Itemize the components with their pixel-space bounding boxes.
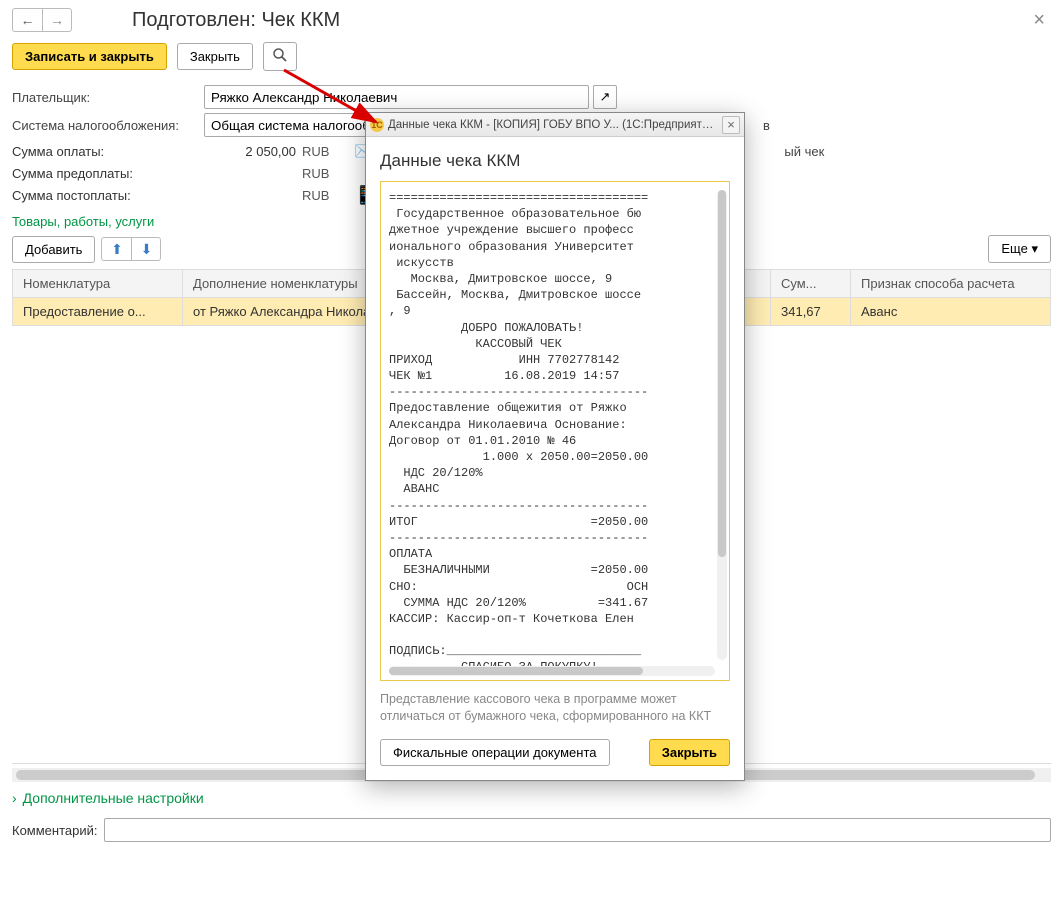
comment-input[interactable]: [104, 818, 1052, 842]
receipt-popup: 1С Данные чека ККМ - [КОПИЯ] ГОБУ ВПО У.…: [365, 112, 745, 781]
popup-titlebar[interactable]: 1С Данные чека ККМ - [КОПИЯ] ГОБУ ВПО У.…: [366, 113, 744, 137]
external-link-icon: ↗: [600, 89, 611, 105]
page-title: Подготовлен: Чек ККМ: [132, 9, 340, 32]
app-icon: 1С: [370, 118, 384, 132]
fiscal-operations-button[interactable]: Фискальные операции документа: [380, 739, 610, 766]
col-nomenclature[interactable]: Номенклатура: [13, 270, 183, 298]
more-menu-button[interactable]: Еще ▾: [988, 235, 1051, 263]
write-and-close-button[interactable]: Записать и закрыть: [12, 43, 167, 70]
cell-sum[interactable]: 341,67: [771, 298, 851, 326]
popup-window-title: Данные чека ККМ - [КОПИЯ] ГОБУ ВПО У... …: [388, 119, 718, 131]
move-up-button[interactable]: ⬆: [101, 237, 131, 261]
receipt-horizontal-scrollbar[interactable]: [389, 666, 715, 676]
col-paymethod[interactable]: Признак способа расчета: [851, 270, 1051, 298]
close-icon[interactable]: ×: [1027, 9, 1051, 32]
nav-forward-button[interactable]: →: [42, 8, 72, 32]
prepay-amount-label: Сумма предоплаты:: [12, 166, 147, 181]
cell-nomenclature[interactable]: Предоставление о...: [13, 298, 183, 326]
chevron-down-icon: ▾: [1031, 241, 1038, 256]
postpay-amount-label: Сумма постоплаты:: [12, 188, 147, 203]
cell-paymethod[interactable]: Аванс: [851, 298, 1051, 326]
popup-close-button[interactable]: ×: [722, 116, 740, 134]
popup-close-yellow-button[interactable]: Закрыть: [649, 739, 730, 766]
move-down-button[interactable]: ⬇: [131, 237, 161, 261]
partial-text-1: в: [763, 118, 770, 133]
preview-receipt-button[interactable]: [263, 42, 297, 71]
postpay-amount-currency: RUB: [302, 188, 342, 203]
magnifier-icon: [272, 50, 288, 67]
partial-text-2: ый чек: [784, 144, 824, 159]
col-sum[interactable]: Сум...: [771, 270, 851, 298]
additional-settings-link[interactable]: Дополнительные настройки: [23, 790, 204, 806]
receipt-text: ==================================== Гос…: [389, 190, 727, 676]
receipt-vertical-scrollbar[interactable]: [717, 190, 727, 660]
popup-heading: Данные чека ККМ: [380, 151, 730, 171]
nav-back-button[interactable]: ←: [12, 8, 42, 32]
chevron-right-icon[interactable]: ›: [12, 790, 17, 806]
pay-amount-currency: RUB: [302, 144, 342, 159]
pay-amount-value: 2 050,00: [147, 144, 302, 159]
pay-amount-label: Сумма оплаты:: [12, 144, 147, 159]
close-button[interactable]: Закрыть: [177, 43, 253, 70]
prepay-amount-currency: RUB: [302, 166, 342, 181]
payer-label: Плательщик:: [12, 90, 200, 105]
receipt-preview: ==================================== Гос…: [380, 181, 730, 681]
add-row-button[interactable]: Добавить: [12, 236, 95, 263]
tax-system-label: Система налогообложения:: [12, 118, 200, 133]
popup-note: Представление кассового чека в программе…: [380, 691, 730, 725]
payer-input[interactable]: [204, 85, 589, 109]
open-payer-button[interactable]: ↗: [593, 85, 617, 109]
comment-label: Комментарий:: [12, 823, 98, 838]
